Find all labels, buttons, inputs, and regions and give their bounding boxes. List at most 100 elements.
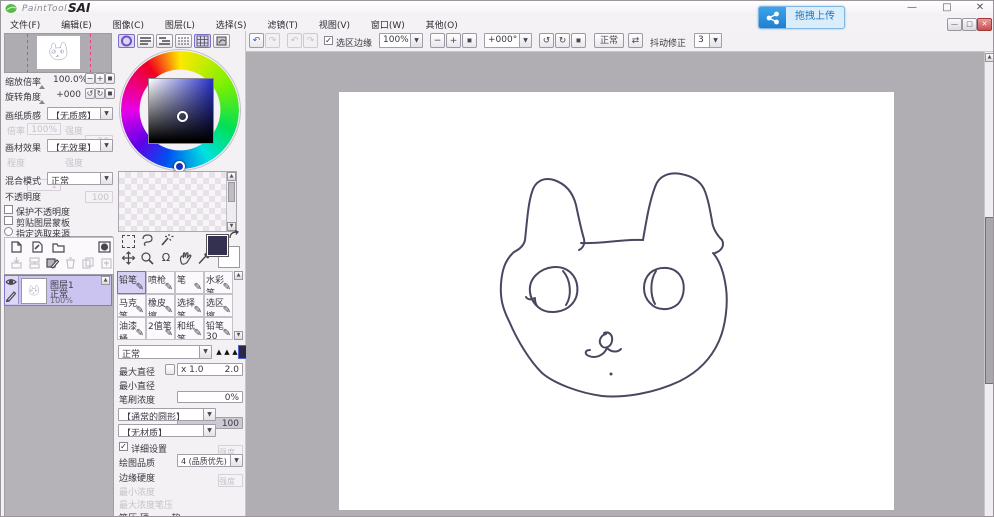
transfer-down-icon[interactable] — [10, 257, 23, 269]
brush-shape-select[interactable]: 【通常的圆形】 ▼ — [118, 408, 216, 421]
layer-scroll-up-button[interactable]: ▲ — [101, 276, 110, 285]
merge-down-icon[interactable] — [28, 257, 41, 269]
brush-pencil[interactable]: 铅笔 ✎ — [117, 271, 146, 294]
hsv-sliders-tab[interactable] — [156, 34, 173, 48]
sv-cursor[interactable] — [177, 111, 188, 122]
paper-texture-dropdown-icon[interactable]: ▼ — [100, 108, 112, 119]
brush-pen[interactable]: 笔 ✎ — [175, 271, 204, 294]
scratchpad-tab[interactable] — [213, 34, 230, 48]
brush-scroll-up-button[interactable]: ▲ — [234, 271, 243, 280]
clear-layer-icon[interactable] — [46, 257, 59, 269]
brush-edge-mid-icon[interactable]: ▲ — [223, 346, 231, 358]
doc-minimize-button[interactable]: — — [947, 18, 962, 31]
drag-upload-button[interactable]: 拖拽上传 — [758, 6, 845, 29]
brush-blend-select[interactable]: 正常 ▼ — [118, 345, 212, 359]
view-zoom-dropdown-icon[interactable]: ▼ — [410, 34, 422, 47]
diameter-unit-button[interactable] — [165, 364, 175, 375]
window-minimize-button[interactable]: — — [901, 2, 923, 14]
menu-file[interactable]: 文件(F) — [1, 16, 49, 31]
saturation-value-square[interactable] — [148, 78, 214, 144]
move-tool[interactable] — [120, 251, 136, 266]
menu-select[interactable]: 选择(S) — [207, 16, 256, 31]
clipping-mask-checkbox[interactable] — [4, 216, 13, 225]
brush-edge-hard-icon[interactable]: ▲ — [231, 346, 239, 358]
brush-binary-pen[interactable]: 2值笔 ✎ — [146, 317, 175, 340]
brush-blend-dropdown-icon[interactable]: ▼ — [199, 346, 211, 358]
drawing-canvas[interactable] — [339, 92, 894, 510]
quality-dropdown-icon[interactable]: ▼ — [230, 455, 242, 466]
undo-button[interactable]: ↶ — [249, 33, 264, 48]
brush-shape-dropdown-icon[interactable]: ▼ — [203, 409, 215, 420]
rotate-reset-button[interactable]: ◼ — [571, 33, 586, 48]
min-diameter-slider[interactable]: 0% — [177, 391, 243, 403]
lasso-tool[interactable] — [139, 233, 155, 248]
blend-mode-select[interactable]: 正常 ▼ — [47, 172, 113, 185]
navigator-rotate-ccw-button[interactable]: ↺ — [85, 88, 95, 99]
detail-settings-checkbox[interactable]: ✓ — [119, 442, 128, 451]
brush-bucket[interactable]: 油漆桶 ✎ — [117, 317, 146, 340]
brush-select-eraser[interactable]: 选区擦 ✎ — [204, 294, 233, 317]
menu-window[interactable]: 窗口(W) — [362, 16, 414, 31]
navigator-rotate-cw-button[interactable]: ↻ — [95, 88, 105, 99]
hand-tool[interactable] — [177, 251, 193, 266]
doc-close-button[interactable]: ✕ — [977, 18, 992, 31]
swatches-panel[interactable]: ▲ ▼ — [118, 171, 237, 232]
material-effect-select[interactable]: 【无效果】 ▼ — [47, 139, 113, 152]
max-diameter-slider[interactable]: x 1.0 2.0 — [177, 363, 243, 376]
brush-scroll-down-button[interactable]: ▼ — [234, 331, 243, 340]
navigator-zoom-out-button[interactable]: − — [85, 73, 95, 84]
swatches-scroll-up-icon[interactable]: ▲ — [227, 172, 236, 181]
jitter-dropdown-icon[interactable]: ▼ — [709, 34, 721, 47]
brush-texture-dropdown-icon[interactable]: ▼ — [203, 425, 215, 436]
redo-button[interactable]: ↷ — [265, 33, 280, 48]
view-angle-dropdown-icon[interactable]: ▼ — [519, 34, 531, 47]
window-maximize-button[interactable]: □ — [936, 2, 958, 14]
view-normal-button[interactable]: 正常 — [594, 33, 624, 48]
navigator-zoom-slider-handle[interactable] — [39, 85, 45, 89]
quality-select[interactable]: 4 (品质优先) ▼ — [177, 454, 243, 467]
blend-mode-dropdown-icon[interactable]: ▼ — [100, 173, 112, 184]
menu-filter[interactable]: 滤镜(T) — [258, 16, 307, 31]
layer-mask-icon[interactable] — [98, 241, 111, 253]
doc-restore-button[interactable]: □ — [962, 18, 977, 31]
canvas-vertical-scrollbar[interactable]: ▲ — [984, 52, 993, 516]
jitter-combo[interactable]: 3 ▼ — [694, 33, 722, 48]
window-close-button[interactable]: ✕ — [969, 2, 991, 14]
delete-layer-icon[interactable] — [64, 257, 77, 269]
zoom-tool[interactable] — [139, 251, 155, 266]
rotate-view-tool[interactable]: Ω — [158, 251, 174, 266]
swatches-tab[interactable] — [194, 34, 211, 48]
new-folder-icon[interactable] — [52, 241, 65, 253]
rotate-cw-button[interactable]: ↻ — [555, 33, 570, 48]
selection-source-radio[interactable] — [4, 227, 13, 236]
swap-colors-icon[interactable] — [228, 230, 240, 240]
new-layer-icon[interactable] — [10, 241, 23, 253]
navigator-zoom-in-button[interactable]: + — [95, 73, 105, 84]
navigator-zoom-reset-button[interactable]: ◼ — [105, 73, 115, 84]
zoom-reset-button[interactable]: ◼ — [462, 33, 477, 48]
mixer-sliders-tab[interactable] — [175, 34, 192, 48]
flip-view-button[interactable]: ⇄ — [628, 33, 643, 48]
copy-layer-icon[interactable] — [82, 257, 95, 269]
canvas-workspace[interactable]: ▲ — [246, 51, 993, 516]
navigator-rotate-reset-button[interactable]: ◼ — [105, 88, 115, 99]
brush-edge-soft-icon[interactable]: ▲ — [215, 346, 223, 358]
rotate-ccw-button[interactable]: ↺ — [539, 33, 554, 48]
menu-image[interactable]: 图像(C) — [104, 16, 153, 31]
swatches-scroll-thumb[interactable] — [228, 182, 235, 202]
brush-eraser[interactable]: 橡皮擦 ✎ — [146, 294, 175, 317]
brush-marker[interactable]: 马克笔 ✎ — [117, 294, 146, 317]
selection-redo-button[interactable]: ↷ — [303, 33, 318, 48]
rgb-sliders-tab[interactable] — [137, 34, 154, 48]
zoom-out-button[interactable]: − — [430, 33, 445, 48]
foreground-color-swatch[interactable] — [206, 234, 229, 257]
view-angle-combo[interactable]: +000° ▼ — [484, 33, 532, 48]
protect-opacity-checkbox[interactable] — [4, 205, 13, 214]
layer-visible-toggle[interactable] — [5, 276, 19, 291]
brush-airbrush[interactable]: 喷枪 ✎ — [146, 271, 175, 294]
new-lineart-layer-icon[interactable] — [31, 241, 44, 253]
layer-row-selected[interactable]: 图层1 正常 100% — [4, 275, 112, 306]
magic-wand-tool[interactable] — [158, 233, 174, 248]
brush-select-pen[interactable]: 选择笔 ✎ — [175, 294, 204, 317]
brush-pencil30[interactable]: 铅笔30 ✎ — [204, 317, 233, 340]
